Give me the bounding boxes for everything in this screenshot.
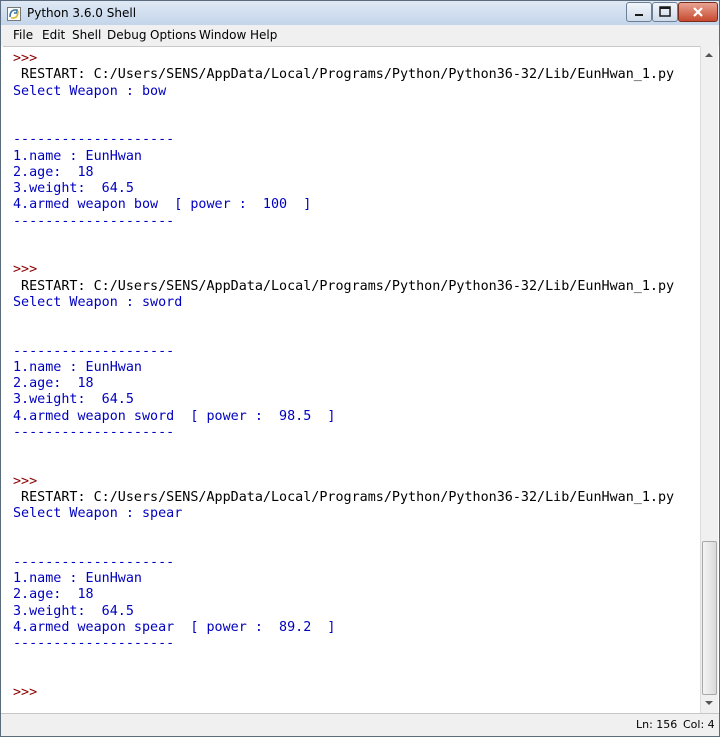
status-col: Col: 4 xyxy=(683,718,715,731)
vertical-scrollbar[interactable] xyxy=(700,46,718,713)
close-button[interactable] xyxy=(678,2,718,22)
status-line: Ln: 156 xyxy=(636,718,678,731)
menu-help[interactable]: Help xyxy=(250,28,277,42)
shell-output-line: 3.weight: 64.5 xyxy=(13,603,134,619)
shell-output-line: 2.age: 18 xyxy=(13,587,94,603)
scroll-down-icon[interactable] xyxy=(704,698,714,708)
shell-prompt: >>> xyxy=(13,473,38,489)
maximize-icon xyxy=(659,6,671,17)
shell-output-line: 2.age: 18 xyxy=(13,376,94,391)
shell-output-line: -------------------- xyxy=(13,424,175,440)
menu-bar: File Edit Shell Debug Options Window Hel… xyxy=(1,25,719,46)
minimize-button[interactable] xyxy=(626,2,652,22)
python-idle-icon xyxy=(7,6,21,21)
shell-output-line: Select Weapon : sword xyxy=(13,294,183,310)
title-bar[interactable]: Python 3.6.0 Shell xyxy=(1,1,719,25)
shell-output-line: 2.age: 18 xyxy=(13,164,94,180)
shell-prompt: >>> xyxy=(13,51,38,66)
menu-edit[interactable]: Edit xyxy=(42,28,65,42)
menu-shell[interactable]: Shell xyxy=(72,28,101,42)
shell-output-line: 1.name : EunHwan xyxy=(13,571,142,586)
shell-text-area[interactable]: >>> RESTART: C:/Users/SENS/AppData/Local… xyxy=(3,46,700,714)
scrollbar-thumb[interactable] xyxy=(702,541,717,695)
restart-line: RESTART: C:/Users/SENS/AppData/Local/Pro… xyxy=(13,278,675,294)
minimize-icon xyxy=(635,14,643,16)
close-icon xyxy=(693,7,703,17)
menu-debug[interactable]: Debug xyxy=(107,28,146,42)
shell-output-line: -------------------- xyxy=(13,554,175,570)
menu-file[interactable]: File xyxy=(13,28,33,42)
shell-output-line: 4.armed weapon bow [ power : 100 ] xyxy=(13,197,312,213)
shell-output-line: Select Weapon : bow xyxy=(13,83,167,99)
status-bar: Ln: 156 Col: 4 xyxy=(1,713,719,736)
shell-output-line: -------------------- xyxy=(13,343,175,359)
shell-prompt: >>> xyxy=(13,684,38,700)
shell-output-line: 1.name : EunHwan xyxy=(13,148,142,164)
scroll-up-icon[interactable] xyxy=(704,50,714,60)
shell-output-line: 1.name : EunHwan xyxy=(13,359,142,375)
restart-line: RESTART: C:/Users/SENS/AppData/Local/Pro… xyxy=(13,489,675,505)
shell-output-line: -------------------- xyxy=(13,132,175,148)
shell-output-line: 4.armed weapon spear [ power : 89.2 ] xyxy=(13,619,336,635)
menu-options[interactable]: Options xyxy=(150,28,196,42)
restart-line: RESTART: C:/Users/SENS/AppData/Local/Pro… xyxy=(13,67,675,83)
shell-prompt: >>> xyxy=(13,262,38,278)
shell-output-line: -------------------- xyxy=(13,636,175,651)
shell-output-line: 3.weight: 64.5 xyxy=(13,392,134,408)
menu-window[interactable]: Window xyxy=(199,28,246,42)
shell-output-line: -------------------- xyxy=(13,213,175,229)
idle-shell-window: Python 3.6.0 Shell File Edit Shell Debug… xyxy=(0,0,720,737)
shell-output-line: Select Weapon : spear xyxy=(13,506,183,521)
shell-output-line: 4.armed weapon sword [ power : 98.5 ] xyxy=(13,408,336,424)
window-title: Python 3.6.0 Shell xyxy=(27,6,137,20)
shell-output-line: 3.weight: 64.5 xyxy=(13,181,134,196)
maximize-button[interactable] xyxy=(652,2,678,22)
